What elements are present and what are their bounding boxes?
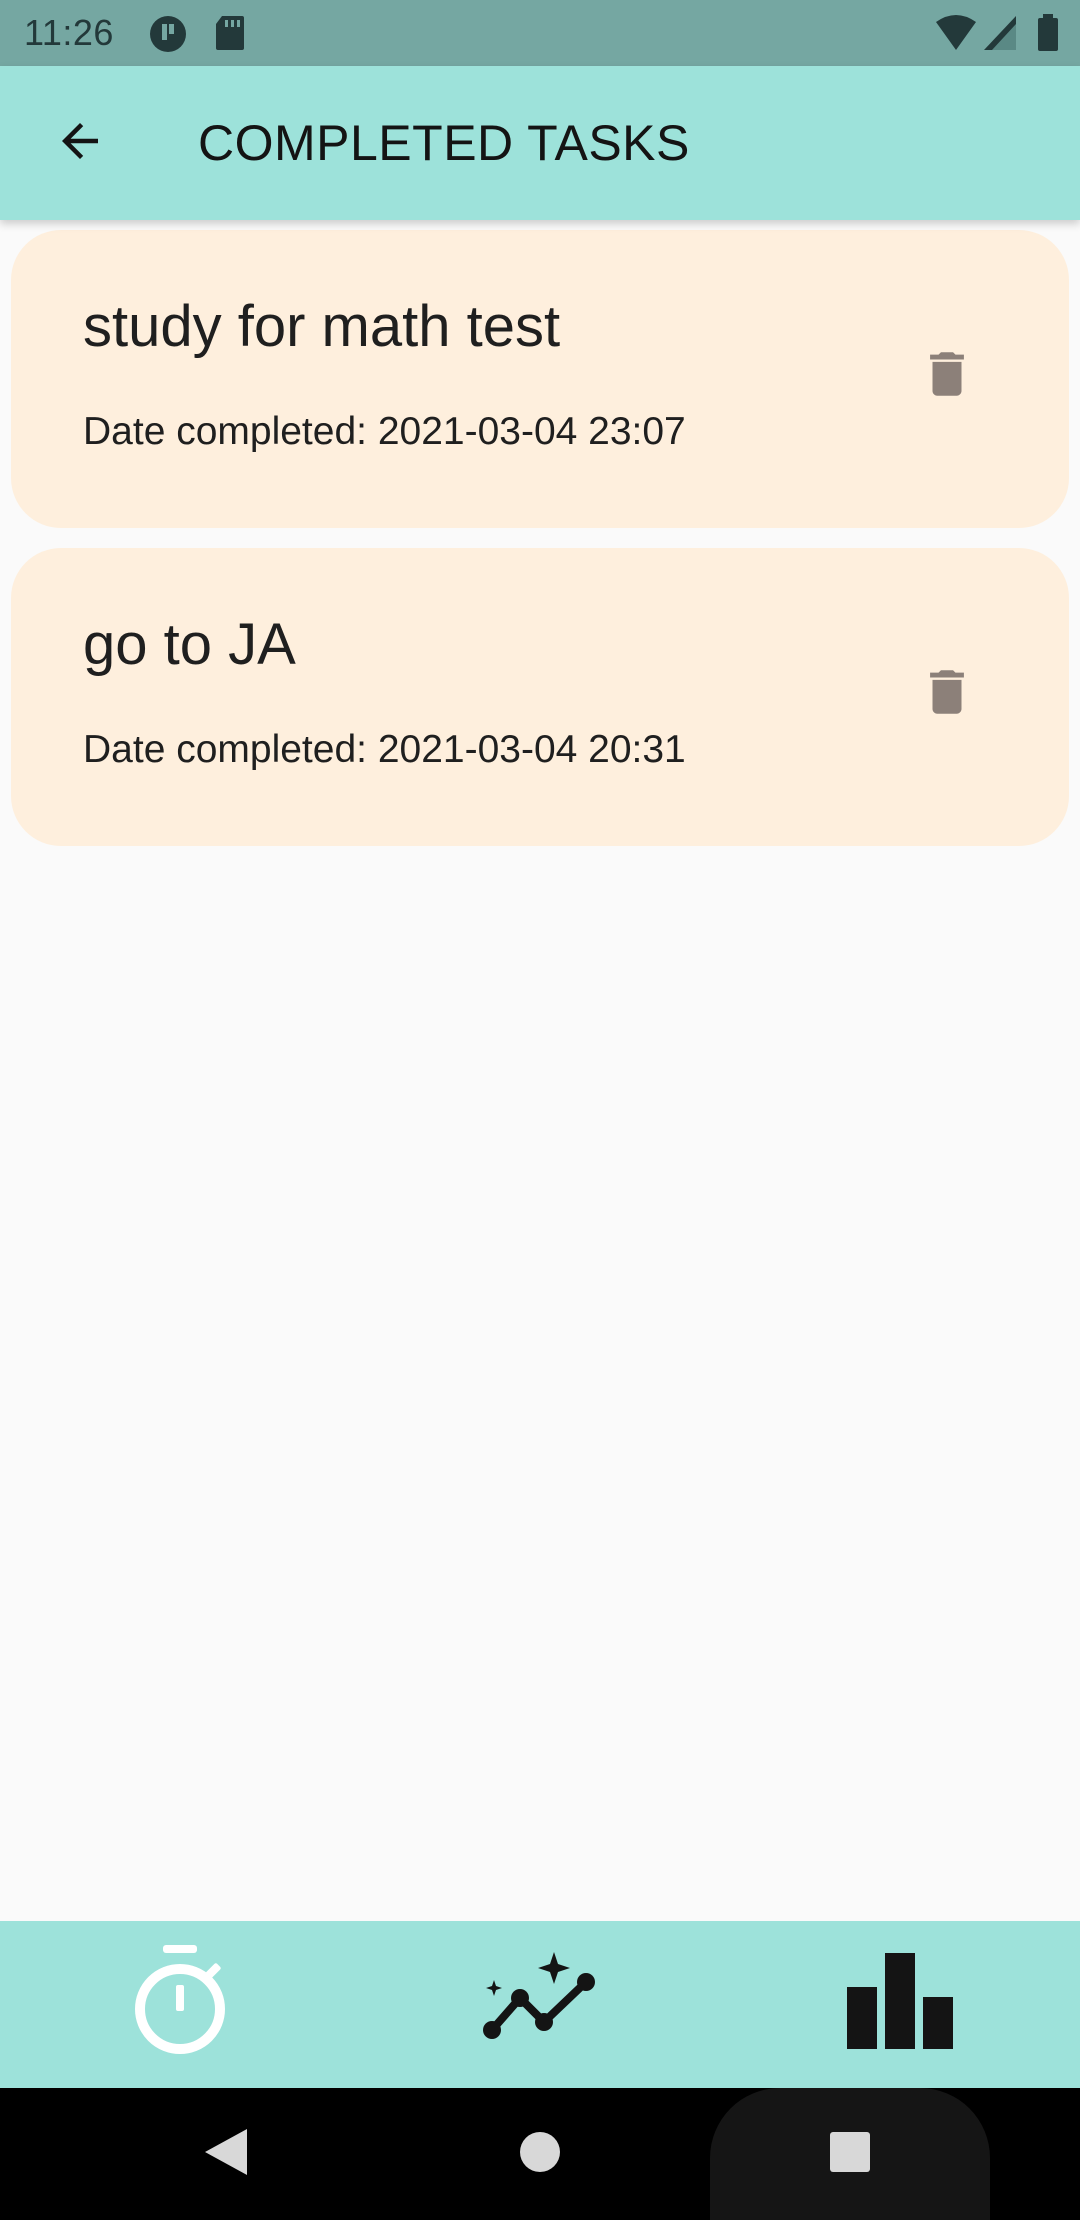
task-card[interactable]: study for math test Date completed: 2021… xyxy=(11,230,1069,528)
circle-home-icon xyxy=(518,2130,562,2179)
task-title: go to JA xyxy=(83,612,296,677)
status-time: 11:26 xyxy=(24,12,114,53)
timer-icon xyxy=(125,1941,235,2066)
battery-icon xyxy=(1036,14,1060,57)
trash-icon xyxy=(918,663,976,726)
status-bar: 11:26 xyxy=(0,0,1080,66)
delete-task-button[interactable] xyxy=(911,658,983,730)
task-card[interactable]: go to JA Date completed: 2021-03-04 20:3… xyxy=(11,548,1069,846)
triangle-back-icon xyxy=(203,2127,249,2182)
delete-task-button[interactable] xyxy=(911,340,983,412)
nav-stats[interactable] xyxy=(840,1943,960,2063)
system-back-button[interactable] xyxy=(196,2124,256,2184)
insights-icon xyxy=(480,1946,600,2061)
bottom-navigation xyxy=(0,1921,1080,2088)
page-title: COMPLETED TASKS xyxy=(198,115,690,171)
system-recents-button[interactable] xyxy=(820,2124,880,2184)
system-navigation-bar xyxy=(0,2088,1080,2220)
wifi-icon xyxy=(934,14,978,57)
completed-task-list: study for math test Date completed: 2021… xyxy=(11,230,1069,866)
task-title: study for math test xyxy=(83,294,561,359)
back-button[interactable] xyxy=(40,103,120,183)
nav-timer[interactable] xyxy=(120,1943,240,2063)
trash-icon xyxy=(918,345,976,408)
bar-chart-icon xyxy=(845,1951,955,2056)
task-date-completed: Date completed: 2021-03-04 20:31 xyxy=(83,728,686,771)
app-notification-icon xyxy=(148,14,188,59)
nav-insights[interactable] xyxy=(480,1943,600,2063)
sd-card-icon xyxy=(214,14,246,57)
system-home-button[interactable] xyxy=(510,2124,570,2184)
square-recents-icon xyxy=(829,2131,871,2178)
signal-icon xyxy=(982,14,1018,57)
task-date-completed: Date completed: 2021-03-04 23:07 xyxy=(83,410,686,453)
app-bar: COMPLETED TASKS xyxy=(0,66,1080,220)
arrow-left-icon xyxy=(53,114,107,173)
